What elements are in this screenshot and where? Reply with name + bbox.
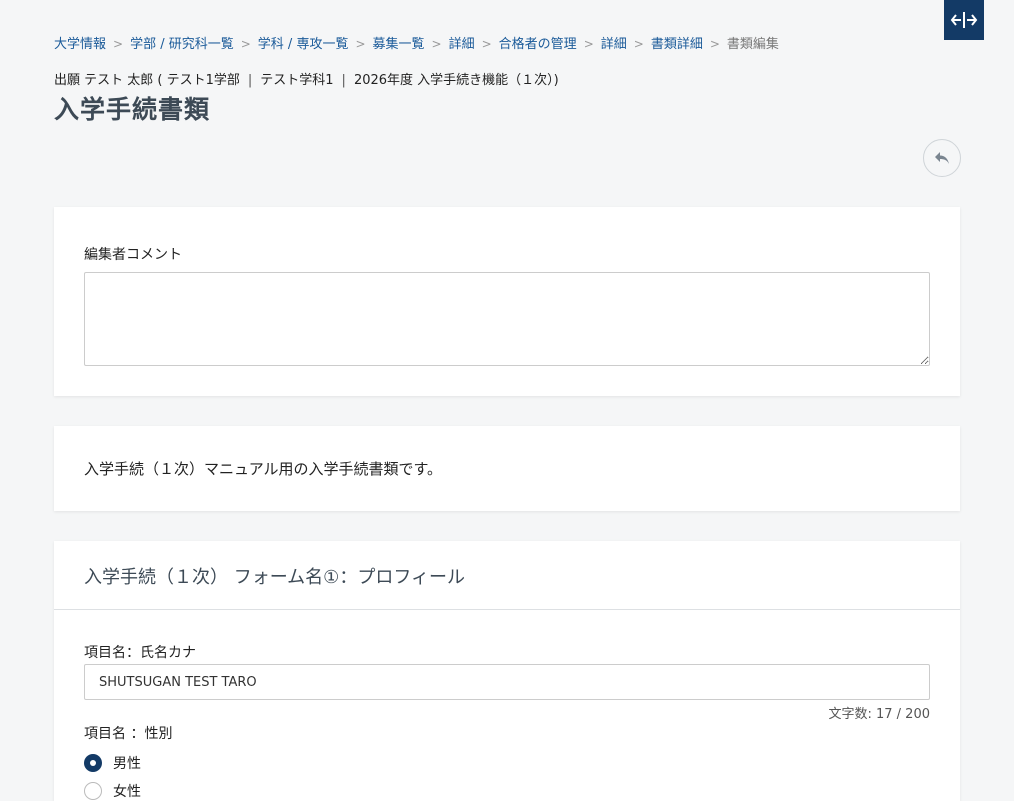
breadcrumb: 大学情報 > 学部 / 研究科一覧 > 学科 / 専攻一覧 > 募集一覧 > 詳細 > 合格者の管理… (54, 33, 779, 52)
applicant-name: 出願 テスト 太郎 ( テスト1学部 (54, 73, 240, 88)
expand-width-button[interactable] (944, 0, 984, 40)
breadcrumb-link-detail[interactable]: 詳細 (449, 37, 475, 52)
editor-comment-card: 編集者コメント (54, 207, 960, 396)
back-button[interactable] (923, 139, 961, 177)
gender-option-label: 男性 (113, 756, 141, 772)
editor-comment-textarea[interactable] (84, 272, 930, 366)
character-counter: 文字数: 17 / 200 (828, 707, 930, 722)
divider-bar: | (247, 73, 253, 88)
editor-comment-label: 編集者コメント (84, 247, 182, 263)
divider (54, 609, 960, 610)
gender-radio-male[interactable]: 男性 (84, 753, 141, 773)
breadcrumb-link-department-list[interactable]: 学科 / 専攻一覧 (258, 37, 349, 52)
applicant-context: 出願 テスト 太郎 ( テスト1学部 | テスト学科1 | 2026年度 入学手続き機能… (54, 69, 559, 88)
program-name: 2026年度 入学手続き機能（１次）) (353, 73, 559, 88)
profile-form-card: 入学手続（１次） フォーム名①：プロフィール 項目名：氏名カナ 文字数: 17 … (54, 541, 960, 801)
kana-name-input[interactable] (84, 664, 930, 700)
breadcrumb-link-faculty-list[interactable]: 学部 / 研究科一覧 (130, 37, 234, 52)
breadcrumb-current: 書類編集 (726, 37, 779, 52)
description-card: 入学手続（１次）マニュアル用の入学手続書類です。 (54, 426, 960, 511)
reply-arrow-icon (935, 152, 949, 164)
gender-option-label: 女性 (113, 784, 141, 800)
breadcrumb-separator: > (633, 37, 644, 51)
document-description: 入学手続（１次）マニュアル用の入学手続書類です。 (84, 460, 443, 478)
department-name: テスト学科1 (260, 73, 334, 88)
breadcrumb-link-applicant-detail[interactable]: 詳細 (601, 37, 627, 52)
breadcrumb-separator: > (481, 37, 492, 51)
breadcrumb-separator: > (113, 37, 124, 51)
divider-bar: | (341, 73, 346, 88)
breadcrumb-link-document-detail[interactable]: 書類詳細 (651, 37, 703, 52)
radio-checked-icon (84, 754, 102, 772)
gender-label: 項目名 ：性別 (84, 726, 173, 742)
kana-name-label: 項目名：氏名カナ (84, 645, 196, 661)
breadcrumb-separator: > (583, 37, 594, 51)
breadcrumb-link-university[interactable]: 大学情報 (54, 37, 106, 52)
breadcrumb-separator: > (709, 37, 720, 51)
breadcrumb-link-successful-applicants[interactable]: 合格者の管理 (499, 37, 577, 52)
page-title: 入学手続書類 (54, 95, 211, 124)
breadcrumb-separator: > (240, 37, 251, 51)
breadcrumb-link-recruitment-list[interactable]: 募集一覧 (373, 37, 425, 52)
breadcrumb-separator: > (355, 37, 366, 51)
gender-radio-female[interactable]: 女性 (84, 781, 141, 801)
radio-unchecked-icon (84, 782, 102, 800)
form-title: 入学手続（１次） フォーム名①：プロフィール (84, 567, 465, 588)
expand-horizontal-icon (950, 12, 978, 28)
breadcrumb-separator: > (431, 37, 442, 51)
